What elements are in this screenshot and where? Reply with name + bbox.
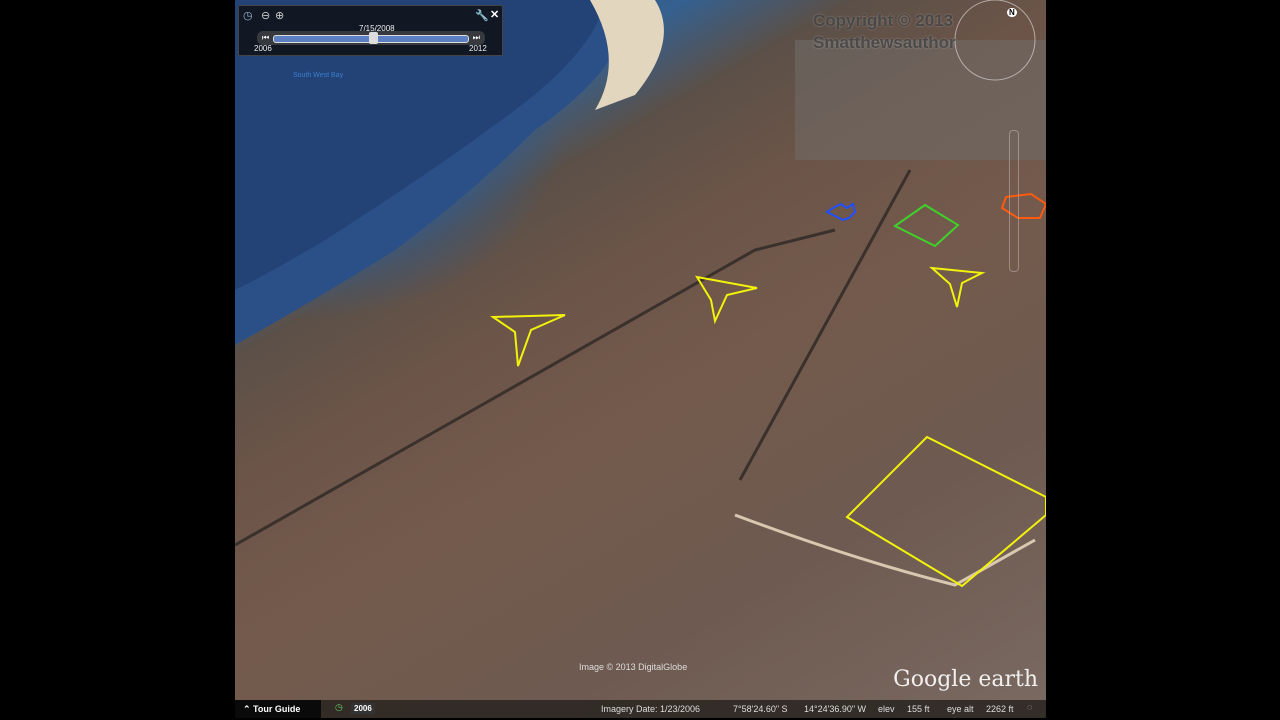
close-icon[interactable]: ✕ xyxy=(490,8,499,21)
slider-thumb[interactable] xyxy=(369,32,378,44)
imagery-date: Imagery Date: 1/23/2006 xyxy=(601,704,701,714)
eye-alt-label: eye alt xyxy=(947,704,974,714)
map-view[interactable]: ◷ ⊖ ⊕ 🔧 ✕ 7/15/2008 ⏮ ⏭ 2006 2012 South … xyxy=(235,0,1046,718)
copyright-line: Smatthewsauthor xyxy=(813,33,956,52)
longitude: 14°24'36.90" W xyxy=(804,704,867,714)
google-earth-logo: Google earth xyxy=(893,667,1038,692)
loading-spinner-icon: ◌ xyxy=(1027,702,1033,712)
time-slider-panel: ◷ ⊖ ⊕ 🔧 ✕ 7/15/2008 ⏮ ⏭ 2006 2012 xyxy=(238,5,503,56)
skip-end-icon[interactable]: ⏭ xyxy=(473,33,480,43)
elevation: 155 ft xyxy=(907,704,930,714)
marker-star xyxy=(929,266,986,308)
clock-icon[interactable]: ◷ xyxy=(243,9,253,22)
historical-imagery-icon[interactable]: ◷ xyxy=(335,702,343,713)
copyright-line: Copyright © 2013 xyxy=(813,11,954,30)
tour-guide-label: Tour Guide xyxy=(253,704,301,714)
marker-green-polygon xyxy=(893,203,960,248)
skip-start-icon[interactable]: ⏮ xyxy=(262,33,269,43)
marker-blue-star xyxy=(825,202,857,222)
track xyxy=(734,513,1036,587)
map-overlays xyxy=(235,0,1046,588)
latitude: 7°58'24.60" S xyxy=(733,704,788,714)
place-label[interactable]: South West Bay xyxy=(293,72,343,79)
marker-star xyxy=(694,275,758,325)
wrench-icon[interactable]: 🔧 xyxy=(475,9,489,22)
copyright-overlay: Copyright © 2013 Smatthewsauthor xyxy=(813,10,956,54)
imagery-credit: Image © 2013 DigitalGlobe xyxy=(579,662,688,672)
road xyxy=(738,169,912,481)
chevron-up-icon: ⌃ xyxy=(243,704,254,714)
historical-year[interactable]: 2006 xyxy=(351,703,375,714)
compass-north[interactable]: N xyxy=(1007,8,1017,17)
marker-star xyxy=(489,314,566,367)
zoom-out-time-icon[interactable]: ⊖ xyxy=(261,9,270,22)
zoom-in-time-icon[interactable]: ⊕ xyxy=(275,9,284,22)
eye-altitude: 2262 ft xyxy=(986,704,1014,714)
status-bar: ⌃ Tour Guide ◷ 2006 Imagery Date: 1/23/2… xyxy=(235,700,1046,718)
tour-guide-button[interactable]: ⌃ Tour Guide xyxy=(235,700,321,718)
time-slider[interactable]: ⏮ ⏭ xyxy=(257,31,485,45)
elev-label: elev xyxy=(878,704,895,714)
start-year: 2006 xyxy=(254,44,272,53)
end-year: 2012 xyxy=(469,44,487,53)
zoom-slider[interactable] xyxy=(1009,130,1019,272)
